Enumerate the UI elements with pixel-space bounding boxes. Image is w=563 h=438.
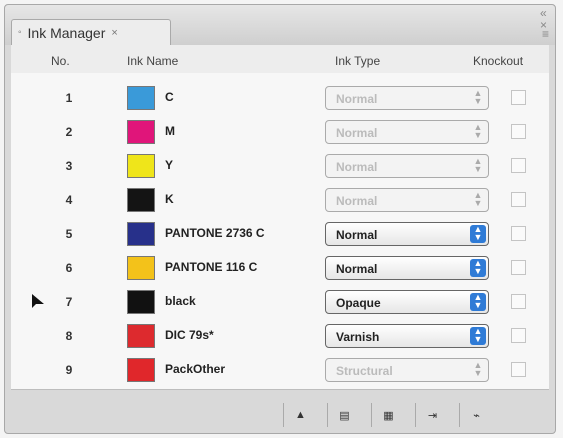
- ink-number: 1: [65, 91, 73, 105]
- ink-row[interactable]: 2 M Normal ▲ ▼: [11, 115, 549, 149]
- current-ink-arrow-icon: [29, 292, 47, 310]
- ink-type-select[interactable]: Opaque ▲ ▼: [325, 290, 489, 314]
- ink-type-value: Normal: [336, 92, 378, 106]
- sort-icon[interactable]: ▤: [327, 403, 361, 427]
- ink-row[interactable]: 1 C Normal ▲ ▼: [11, 81, 549, 115]
- tab-ink-manager[interactable]: ◦ Ink Manager ×: [11, 19, 171, 45]
- ink-type-select[interactable]: Normal ▲ ▼: [325, 222, 489, 246]
- ink-number: 3: [65, 159, 73, 173]
- ink-swatch: [127, 256, 155, 280]
- ink-type-value: Varnish: [336, 330, 380, 344]
- column-no: No.: [51, 54, 70, 68]
- ink-swatch: [127, 358, 155, 382]
- ink-type-select: Normal ▲ ▼: [325, 86, 489, 110]
- tab-label: Ink Manager: [27, 24, 106, 41]
- knockout-checkbox[interactable]: [511, 226, 526, 241]
- ink-row[interactable]: 9 PackOther Structural ▲ ▼: [11, 353, 549, 387]
- stepper-icon: ▲ ▼: [473, 156, 483, 174]
- knockout-checkbox[interactable]: [511, 362, 526, 377]
- stepper-icon: ▲ ▼: [473, 122, 483, 140]
- ink-name: M: [165, 124, 175, 138]
- stepper-icon: ▲ ▼: [470, 327, 486, 345]
- column-knockout: Knockout: [473, 54, 524, 68]
- ink-row[interactable]: 5 PANTONE 2736 C Normal ▲ ▼: [11, 217, 549, 251]
- select-ink-icon[interactable]: ▦: [371, 403, 405, 427]
- close-icon[interactable]: ×: [111, 27, 117, 39]
- ink-number: 7: [65, 295, 73, 309]
- panel-menu-icon[interactable]: ≡: [542, 27, 549, 41]
- stepper-icon: ▲ ▼: [470, 293, 486, 311]
- stepper-icon: ▲ ▼: [470, 225, 486, 243]
- merge-ink-icon[interactable]: ⇥: [415, 403, 449, 427]
- ink-type-select[interactable]: Varnish ▲ ▼: [325, 324, 489, 348]
- ink-manager-panel: ◦ Ink Manager × «× ≡ No. Ink Name Ink Ty…: [4, 4, 556, 434]
- stepper-icon: ▲ ▼: [473, 360, 483, 378]
- ink-swatch: [127, 154, 155, 178]
- tab-dot-icon: ◦: [18, 27, 22, 38]
- ink-name: K: [165, 192, 174, 206]
- column-ink-name: Ink Name: [127, 54, 179, 68]
- ink-number: 8: [65, 329, 73, 343]
- ink-type-select: Normal ▲ ▼: [325, 120, 489, 144]
- knockout-checkbox[interactable]: [511, 90, 526, 105]
- ink-type-select: Structural ▲ ▼: [325, 358, 489, 382]
- ink-type-value: Normal: [336, 194, 378, 208]
- ink-number: 2: [65, 125, 73, 139]
- ink-number: 6: [65, 261, 73, 275]
- ink-name: DIC 79s*: [165, 328, 214, 342]
- stepper-icon: ▲ ▼: [473, 88, 483, 106]
- ink-swatch: [127, 290, 155, 314]
- ink-swatch: [127, 86, 155, 110]
- ink-name: PANTONE 116 C: [165, 260, 258, 274]
- ink-type-select: Normal ▲ ▼: [325, 154, 489, 178]
- ink-number: 5: [65, 227, 73, 241]
- ink-list: 1 C Normal ▲ ▼ 2 M Normal ▲ ▼ 3 Y Normal ▲ ▼ 4 K Normal ▲ ▼…: [11, 73, 549, 390]
- stepper-icon: ▲ ▼: [470, 259, 486, 277]
- move-up-arrow-icon[interactable]: ▲: [283, 403, 317, 427]
- ink-row[interactable]: 4 K Normal ▲ ▼: [11, 183, 549, 217]
- column-ink-type: Ink Type: [335, 54, 381, 68]
- ink-type-value: Normal: [336, 160, 378, 174]
- ink-name: Y: [165, 158, 174, 172]
- knockout-checkbox[interactable]: [511, 158, 526, 173]
- ink-row[interactable]: 7 black Opaque ▲ ▼: [11, 285, 549, 319]
- ink-type-select[interactable]: Normal ▲ ▼: [325, 256, 489, 280]
- ink-swatch: [127, 222, 155, 246]
- ink-type-value: Structural: [336, 364, 393, 378]
- knockout-checkbox[interactable]: [511, 328, 526, 343]
- knockout-checkbox[interactable]: [511, 192, 526, 207]
- ink-row[interactable]: 3 Y Normal ▲ ▼: [11, 149, 549, 183]
- ink-swatch: [127, 120, 155, 144]
- footer-toolbar: ▲ ▤ ▦ ⇥ ⌁: [11, 401, 549, 429]
- ink-name: black: [165, 294, 196, 308]
- knockout-checkbox[interactable]: [511, 260, 526, 275]
- ink-name: PANTONE 2736 C: [165, 226, 265, 240]
- ink-type-select: Normal ▲ ▼: [325, 188, 489, 212]
- stepper-icon: ▲ ▼: [473, 190, 483, 208]
- ink-row[interactable]: 8 DIC 79s* Varnish ▲ ▼: [11, 319, 549, 353]
- ink-number: 4: [65, 193, 73, 207]
- ink-type-value: Normal: [336, 262, 378, 276]
- ink-name: C: [165, 90, 174, 104]
- ink-number: 9: [65, 363, 73, 377]
- knockout-checkbox[interactable]: [511, 294, 526, 309]
- ink-swatch: [127, 188, 155, 212]
- ink-type-value: Normal: [336, 126, 378, 140]
- ink-type-value: Normal: [336, 228, 378, 242]
- ink-row[interactable]: 6 PANTONE 116 C Normal ▲ ▼: [11, 251, 549, 285]
- ink-name: PackOther: [165, 362, 226, 376]
- link-icon[interactable]: ⌁: [459, 403, 493, 427]
- ink-swatch: [127, 324, 155, 348]
- tab-bar: ◦ Ink Manager × «× ≡: [5, 5, 555, 45]
- ink-type-value: Opaque: [336, 296, 381, 310]
- knockout-checkbox[interactable]: [511, 124, 526, 139]
- column-header: No. Ink Name Ink Type Knockout: [11, 45, 549, 74]
